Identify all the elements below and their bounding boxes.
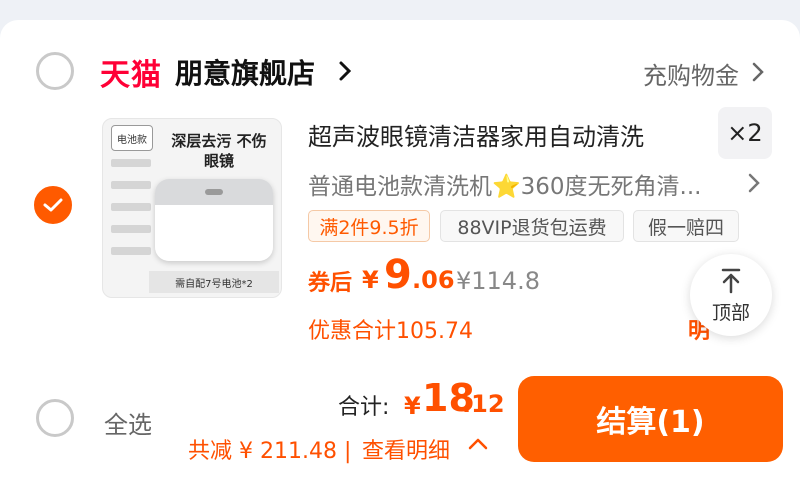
coupon-link[interactable]: 充购物金: [643, 56, 739, 91]
select-all-radio[interactable]: [36, 399, 74, 437]
view-details-link[interactable]: 查看明细: [362, 433, 450, 465]
price-decimal: .06: [412, 266, 455, 294]
back-to-top-label: 顶部: [711, 302, 750, 324]
guarantee-tag: 假一赔四: [633, 210, 739, 242]
arrow-up-icon: [721, 268, 741, 294]
thumbnail-tag: 电池款: [111, 125, 153, 151]
chevron-right-icon[interactable]: [748, 173, 760, 193]
price-integer: 9: [384, 252, 412, 298]
thumbnail-feature-list: [111, 159, 151, 269]
cleaner-device-image: [155, 179, 273, 261]
discount-total: 优惠合计105.74: [308, 319, 473, 344]
total-decimal: .12: [462, 390, 505, 418]
thumbnail-footer: 需自配7号电池*2: [149, 271, 279, 293]
saved-amount: 共减 ¥ 211.48 |: [188, 439, 352, 464]
chevron-right-icon[interactable]: [338, 60, 352, 82]
back-to-top-button[interactable]: 顶部: [690, 254, 772, 336]
total-label: 合计:: [338, 395, 390, 420]
sku-selector[interactable]: 普通电池款清洗机⭐360度无死角清...: [308, 167, 701, 201]
checkmark-icon: [43, 198, 63, 212]
chevron-up-icon[interactable]: [468, 437, 488, 451]
tmall-logo: 天猫: [100, 58, 162, 93]
service-tag: 88VIP退货包运费: [440, 210, 624, 242]
quantity-badge[interactable]: ×2: [718, 107, 772, 159]
chevron-right-icon[interactable]: [752, 62, 764, 82]
promo-tag: 满2件9.5折: [308, 210, 430, 242]
item-select-radio[interactable]: [34, 186, 72, 224]
after-coupon-label: 券后: [308, 271, 353, 296]
total-currency: ¥: [404, 392, 421, 420]
thumbnail-headline: 深层去污 不伤眼镜: [171, 132, 267, 170]
select-all-label[interactable]: 全选: [104, 405, 152, 440]
product-thumbnail[interactable]: 电池款 深层去污 不伤眼镜 需自配7号电池*2: [102, 118, 282, 298]
shop-name[interactable]: 朋意旗舰店: [175, 52, 315, 92]
price-currency: ¥: [362, 266, 379, 294]
top-strip: [0, 0, 800, 20]
checkout-button[interactable]: 结算(1): [518, 376, 783, 462]
original-price: ¥114.8: [456, 267, 540, 295]
shop-select-radio[interactable]: [36, 52, 74, 90]
product-title[interactable]: 超声波眼镜清洁器家用自动清洗: [308, 117, 644, 152]
